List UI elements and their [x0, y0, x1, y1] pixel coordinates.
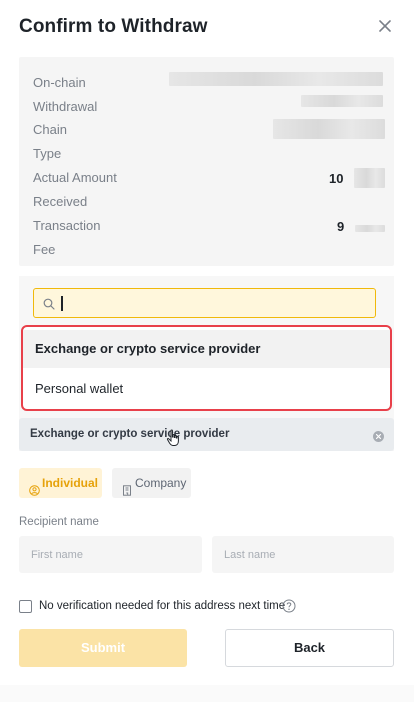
last-name-field[interactable] [212, 536, 394, 573]
search-icon [43, 297, 55, 315]
provider-search-box[interactable] [33, 288, 376, 318]
on-chain-value-redacted [169, 72, 383, 86]
provider-select[interactable]: Exchange or crypto service provider [19, 418, 394, 451]
back-button[interactable]: Back [225, 629, 394, 667]
pointer-hand-icon [166, 429, 180, 452]
close-icon[interactable] [378, 19, 392, 33]
on-chain-label: On-chain Withdrawal [33, 75, 98, 114]
clear-icon[interactable] [373, 429, 384, 447]
submit-button[interactable]: Submit [19, 629, 187, 667]
dialog-footer-band [0, 685, 414, 702]
text-caret [61, 296, 63, 311]
option-exchange-provider[interactable]: Exchange or crypto service provider [23, 330, 390, 368]
fee-value: 9 [337, 219, 345, 234]
help-icon[interactable] [282, 599, 296, 618]
user-circle-icon [29, 477, 40, 507]
individual-label: Individual [42, 476, 99, 490]
recipient-name-label: Recipient name [19, 516, 99, 528]
option-personal-wallet[interactable]: Personal wallet [23, 370, 390, 408]
amount-value: 10 [329, 171, 344, 186]
recipient-type-individual[interactable]: Individual [19, 468, 102, 498]
first-name-field[interactable] [19, 536, 202, 573]
no-verification-label: No verification needed for this address … [39, 600, 286, 612]
building-icon [122, 477, 132, 507]
withdrawal-summary: On-chain Withdrawal Chain Type Actual Amou… [19, 57, 394, 266]
company-label: Company [135, 476, 187, 490]
chain-type-value-redacted [273, 119, 385, 139]
no-verification-checkbox[interactable] [19, 600, 32, 613]
amount-value-redacted [354, 168, 385, 188]
provider-options-list: Exchange or crypto service provider Pers… [21, 325, 392, 411]
recipient-type-company[interactable]: Company [112, 468, 191, 498]
provider-search-input[interactable] [58, 292, 362, 316]
fee-value-redacted [355, 225, 385, 232]
on-chain-value-redacted-2 [301, 95, 383, 107]
fee-label: Transaction Fee [33, 218, 101, 257]
amount-label: Actual Amount Received [33, 170, 117, 209]
provider-select-value: Exchange or crypto service provider [30, 428, 230, 440]
chain-type-label: Chain Type [33, 122, 67, 161]
dialog-title: Confirm to Withdraw [19, 16, 208, 37]
